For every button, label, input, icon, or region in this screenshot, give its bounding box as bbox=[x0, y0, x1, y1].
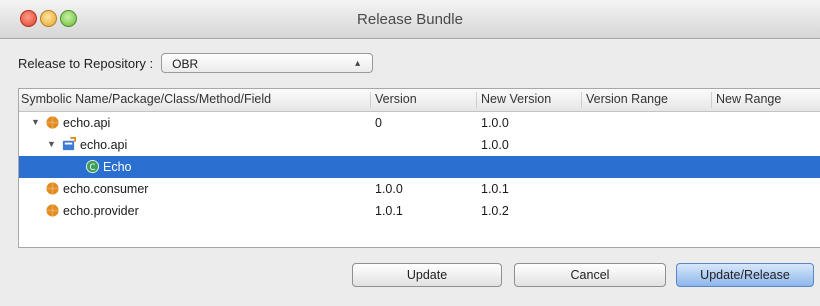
column-header-version[interactable]: Version bbox=[370, 92, 417, 108]
update-button[interactable]: Update bbox=[352, 263, 502, 287]
column-header-new-range[interactable]: New Range bbox=[711, 92, 781, 108]
row-version: 1.0.0 bbox=[375, 182, 403, 196]
select-arrows-icon: ▴ bbox=[355, 58, 361, 69]
window-title: Release Bundle bbox=[357, 11, 463, 28]
repository-row: Release to Repository : OBR ▴ bbox=[18, 52, 374, 74]
row-name: echo.provider bbox=[63, 204, 139, 218]
package-icon bbox=[62, 137, 76, 151]
dialog-buttons: Update Cancel Update/Release bbox=[0, 263, 820, 287]
row-new-version: 1.0.2 bbox=[481, 204, 509, 218]
column-header-version-range[interactable]: Version Range bbox=[581, 92, 668, 108]
row-version: 0 bbox=[375, 116, 382, 130]
repository-label: Release to Repository : bbox=[18, 55, 154, 71]
table-row[interactable]: echo.provider 1.0.1 1.0.2 bbox=[19, 200, 820, 222]
bundle-tree-table[interactable]: Symbolic Name/Package/Class/Method/Field… bbox=[18, 88, 820, 248]
table-row[interactable]: echo.consumer 1.0.0 1.0.1 bbox=[19, 178, 820, 200]
column-header-new-version[interactable]: New Version bbox=[476, 92, 551, 108]
bundle-icon bbox=[46, 204, 59, 217]
class-icon: C bbox=[85, 159, 100, 174]
row-name: echo.api bbox=[80, 138, 128, 152]
row-version: 1.0.1 bbox=[375, 204, 403, 218]
table-row[interactable]: C Echo bbox=[19, 156, 820, 178]
title-bar[interactable]: Release Bundle bbox=[0, 0, 820, 39]
bundle-icon bbox=[46, 116, 59, 129]
repository-select-value: OBR bbox=[172, 57, 199, 71]
row-name: echo.consumer bbox=[63, 182, 149, 196]
bundle-icon bbox=[46, 182, 59, 195]
row-name: Echo bbox=[103, 160, 132, 174]
disclosure-expanded-icon[interactable]: ▼ bbox=[47, 139, 56, 149]
release-bundle-window: Release Bundle Release to Repository : O… bbox=[0, 0, 820, 306]
cancel-button[interactable]: Cancel bbox=[514, 263, 666, 287]
table-row[interactable]: ▼ echo.api 1.0.0 bbox=[19, 134, 820, 156]
column-header-name[interactable]: Symbolic Name/Package/Class/Method/Field bbox=[21, 92, 271, 106]
update-release-button[interactable]: Update/Release bbox=[676, 263, 814, 287]
disclosure-expanded-icon[interactable]: ▼ bbox=[31, 117, 40, 127]
row-name: echo.api bbox=[63, 116, 111, 130]
row-new-version: 1.0.1 bbox=[481, 182, 509, 196]
row-new-version: 1.0.0 bbox=[481, 138, 509, 152]
repository-select[interactable]: OBR ▴ bbox=[161, 53, 374, 73]
svg-text:C: C bbox=[90, 162, 96, 172]
table-header: Symbolic Name/Package/Class/Method/Field… bbox=[19, 89, 820, 112]
table-row[interactable]: ▼ echo.api 0 1.0.0 bbox=[19, 112, 820, 134]
row-new-version: 1.0.0 bbox=[481, 116, 509, 130]
